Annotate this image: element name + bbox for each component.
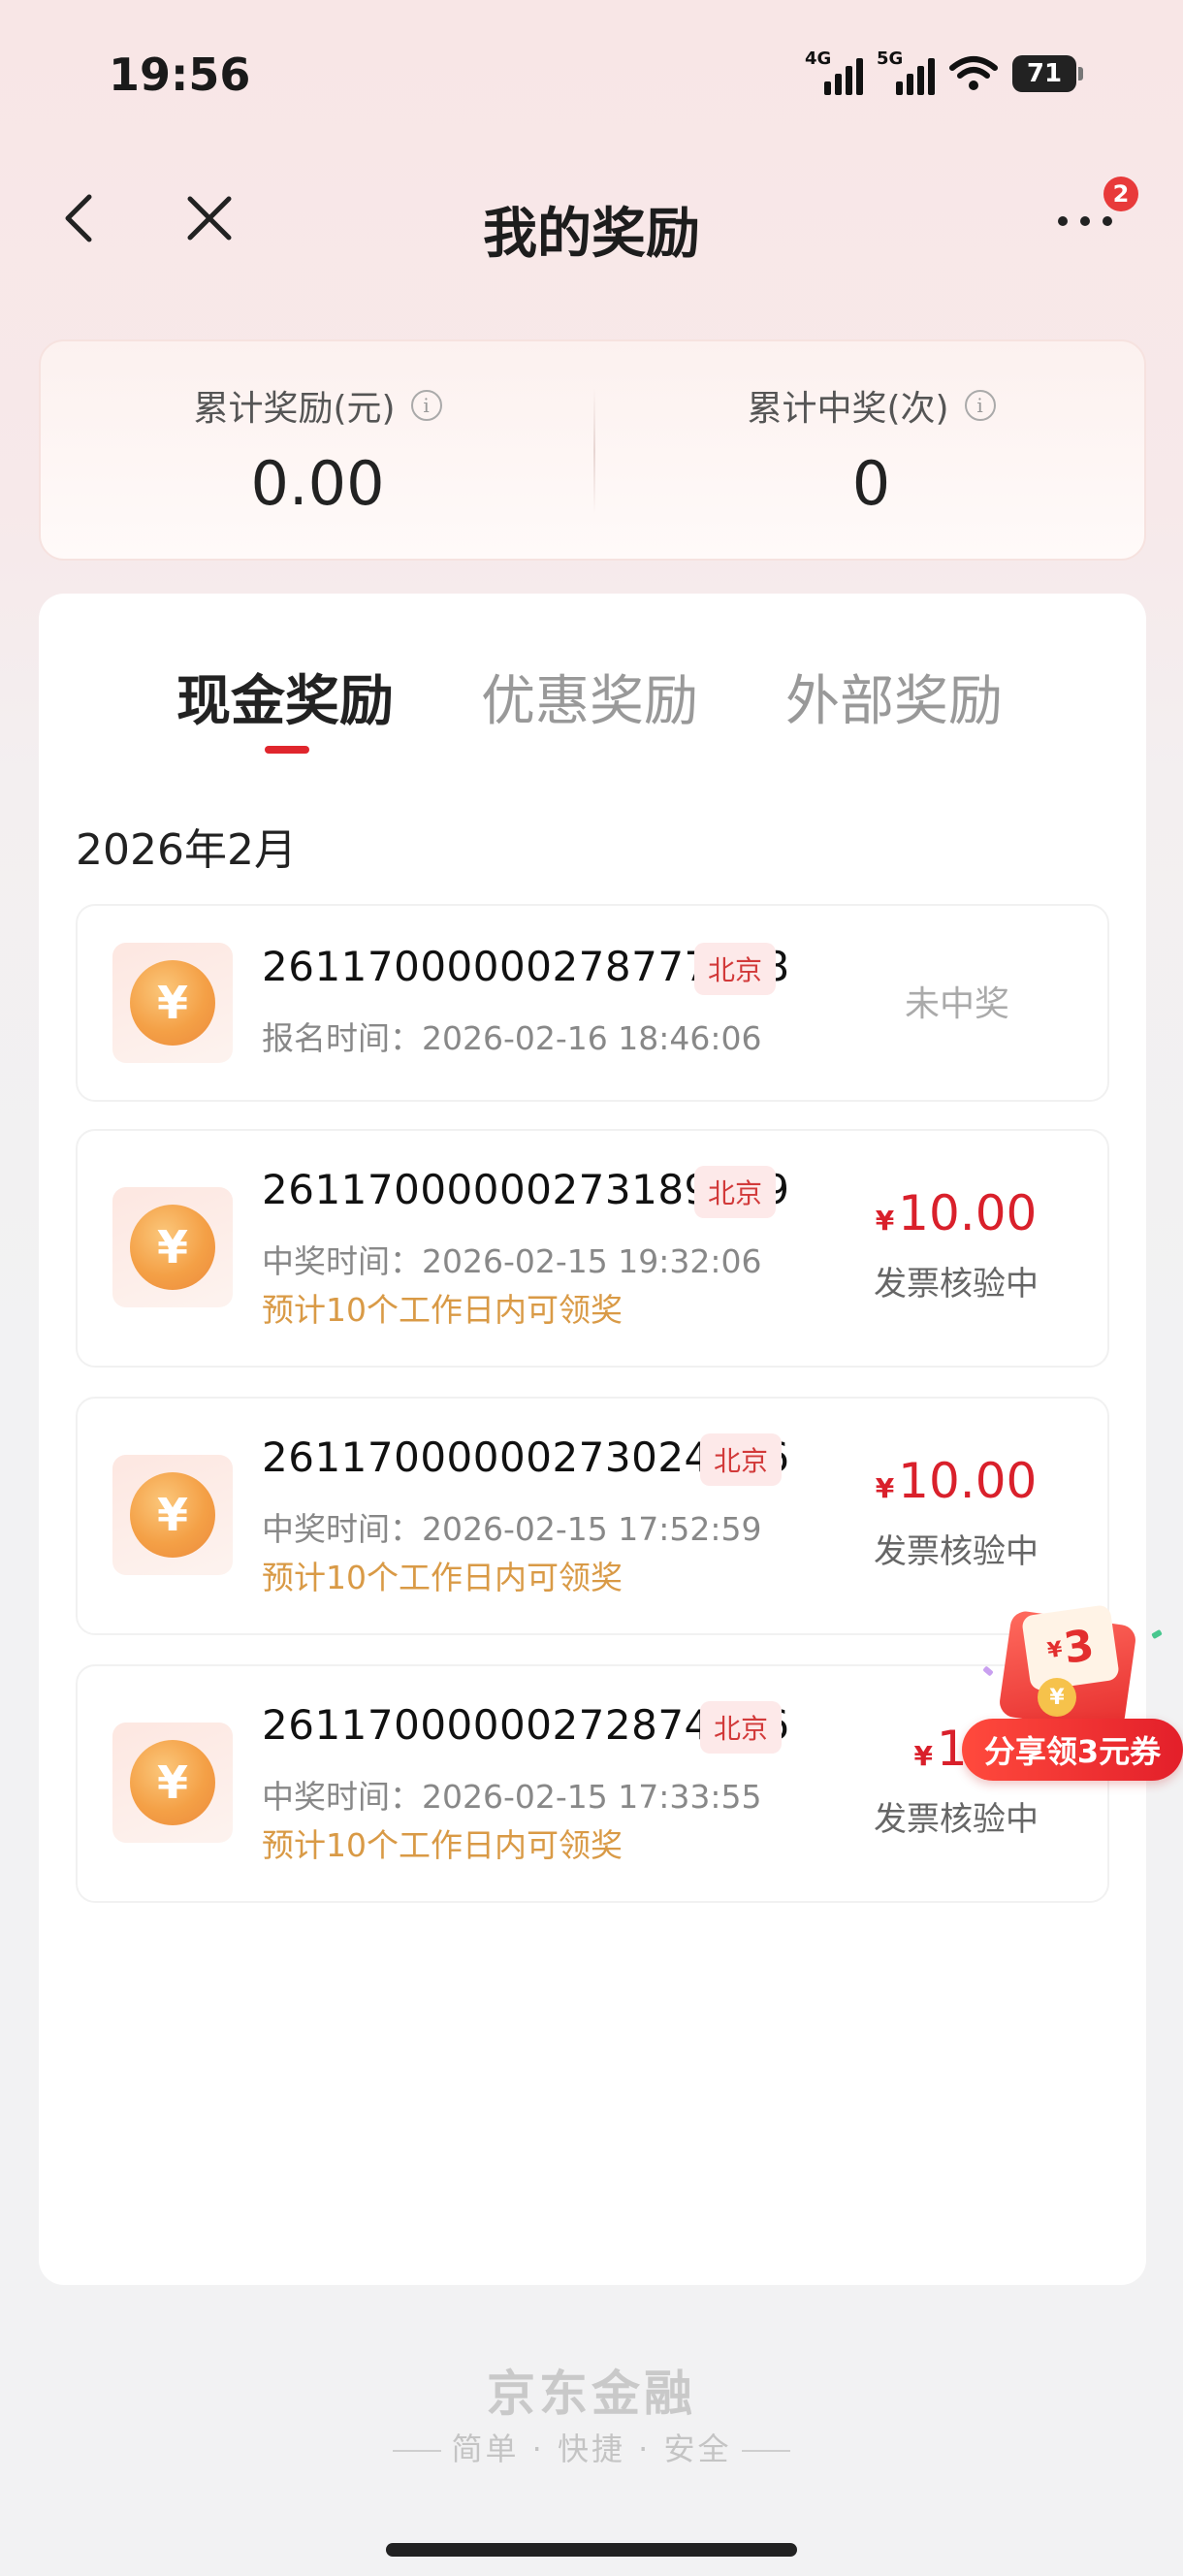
coin-thumbnail: ¥ — [112, 1187, 233, 1307]
city-tag: 北京 — [694, 1166, 777, 1218]
info-icon[interactable]: i — [410, 390, 442, 421]
cellular-5g-icon: 5G — [877, 48, 935, 95]
battery-icon: 71 — [1012, 55, 1083, 92]
list-item[interactable]: ¥ 26117000000273024306 北京 中奖时间：2026-02-1… — [76, 1397, 1109, 1635]
currency-symbol: ¥ — [913, 1740, 933, 1772]
status-icons: 4G 5G 71 — [805, 48, 1083, 95]
page-title: 我的奖励 — [483, 203, 700, 266]
yen-coin-icon: ¥ — [130, 1472, 215, 1558]
total-reward: 累计奖励(元) i 0.00 — [41, 380, 594, 519]
city-tag: 北京 — [694, 943, 777, 995]
tab-indicator — [265, 746, 309, 754]
slogan-text: 简单 · 快捷 · 安全 — [451, 2431, 732, 2467]
yen-coin-icon: ¥ — [1038, 1678, 1076, 1717]
entry-time: 中奖时间：2026-02-15 19:32:06 — [262, 1242, 762, 1280]
claim-note: 预计10个工作日内可领奖 — [262, 1826, 623, 1864]
notification-badge: 2 — [1103, 177, 1138, 211]
amount-value: 10.00 — [898, 1453, 1038, 1509]
list-item[interactable]: ¥ 26117000000273189699 北京 中奖时间：2026-02-1… — [76, 1129, 1109, 1368]
summary-card: 累计奖励(元) i 0.00 累计中奖(次) i 0 — [39, 339, 1146, 561]
coin-thumbnail: ¥ — [112, 943, 233, 1063]
city-tag: 北京 — [700, 1433, 783, 1486]
info-icon[interactable]: i — [964, 390, 996, 421]
yen-coin-icon: ¥ — [130, 960, 215, 1046]
brand-logo: 京东金融 — [487, 2366, 696, 2422]
reward-amount: ¥10.00 — [869, 1453, 1043, 1509]
total-wins-label: 累计中奖(次) — [747, 389, 949, 429]
confetti — [982, 1665, 994, 1677]
battery-level: 71 — [1026, 59, 1063, 88]
amount-value: 10.00 — [898, 1185, 1038, 1241]
share-coupon-button[interactable]: 分享领3元券 — [962, 1719, 1183, 1781]
cellular-4g-icon: 4G — [805, 48, 863, 95]
entry-time: 报名时间：2026-02-16 18:46:06 — [262, 1019, 762, 1057]
reward-amount: ¥10.00 — [869, 1185, 1043, 1241]
coin-thumbnail: ¥ — [112, 1723, 233, 1843]
reward-status: 发票核验中 — [874, 1532, 1039, 1571]
entry-time: 中奖时间：2026-02-15 17:52:59 — [262, 1510, 762, 1548]
yen-coin-icon: ¥ — [130, 1740, 215, 1825]
total-wins: 累计中奖(次) i 0 — [594, 380, 1148, 519]
wifi-icon — [949, 56, 998, 90]
share-coupon-widget[interactable]: ¥3 ¥ 分享领3元券 — [958, 1603, 1183, 1788]
total-reward-label: 累计奖励(元) — [193, 389, 396, 429]
tab-coupon-rewards[interactable]: 优惠奖励 — [481, 658, 698, 736]
claim-note: 预计10个工作日内可领奖 — [262, 1559, 623, 1596]
list-item[interactable]: ¥ 26117000000272874906 北京 中奖时间：2026-02-1… — [76, 1664, 1109, 1903]
claim-note: 预计10个工作日内可领奖 — [262, 1291, 623, 1329]
city-tag: 北京 — [700, 1701, 783, 1754]
tab-external-rewards[interactable]: 外部奖励 — [785, 658, 1003, 736]
month-header: 2026年2月 — [76, 825, 297, 875]
home-indicator[interactable] — [386, 2543, 797, 2557]
status-text: 未中奖 — [904, 984, 1009, 1024]
coupon-card: ¥3 — [1021, 1603, 1120, 1692]
coin-thumbnail: ¥ — [112, 1455, 233, 1575]
currency-symbol: ¥ — [1045, 1636, 1065, 1663]
coupon-value: 3 — [1060, 1620, 1098, 1674]
reward-status: 发票核验中 — [874, 1265, 1039, 1304]
currency-symbol: ¥ — [875, 1472, 895, 1504]
confetti — [1151, 1628, 1163, 1640]
entry-time: 中奖时间：2026-02-15 17:33:55 — [262, 1778, 762, 1816]
currency-symbol: ¥ — [875, 1205, 895, 1237]
tab-cash-rewards[interactable]: 现金奖励 — [176, 658, 394, 736]
brand-slogan: 简单 · 快捷 · 安全 — [0, 2425, 1183, 2469]
list-item[interactable]: ¥ 26117000000278777698 北京 报名时间：2026-02-1… — [76, 904, 1109, 1102]
yen-coin-icon: ¥ — [130, 1205, 215, 1290]
total-reward-value: 0.00 — [250, 448, 385, 519]
rewards-panel: 现金奖励 优惠奖励 外部奖励 2026年2月 ¥ 261170000002787… — [39, 594, 1146, 2285]
total-wins-value: 0 — [851, 448, 891, 519]
reward-status: 发票核验中 — [874, 1800, 1039, 1839]
status-time: 19:56 — [109, 48, 251, 101]
